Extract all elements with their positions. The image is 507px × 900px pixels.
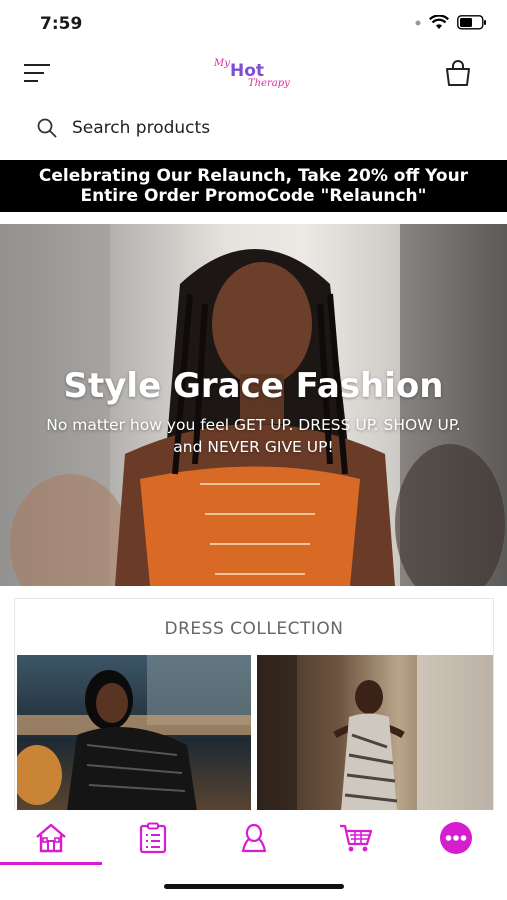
product-card-1[interactable] <box>17 655 251 811</box>
hero-subtitle: No matter how you feel GET UP. DRESS UP.… <box>46 416 461 456</box>
status-bar: 7:59 <box>0 0 507 48</box>
signal-dot-icon <box>415 20 421 25</box>
search-input[interactable]: Search products <box>72 118 210 138</box>
svg-text:Therapy: Therapy <box>248 78 290 89</box>
tab-home[interactable] <box>31 820 71 856</box>
battery-icon <box>457 15 486 30</box>
hero-title: Style Grace Fashion <box>63 366 444 406</box>
brand-logo[interactable]: My Hot Therapy <box>208 52 300 92</box>
bottom-tab-bar <box>0 810 507 868</box>
home-indicator[interactable] <box>164 884 344 889</box>
more-icon <box>440 822 472 854</box>
collection-title[interactable]: DRESS COLLECTION <box>15 619 493 639</box>
active-tab-indicator <box>0 862 102 865</box>
product-image-2 <box>257 655 493 811</box>
clipboard-list-icon <box>139 822 167 854</box>
tab-account[interactable] <box>234 820 274 856</box>
tab-cart[interactable] <box>336 820 376 856</box>
product-image-1 <box>17 655 251 811</box>
tab-more[interactable] <box>436 820 476 856</box>
user-icon <box>241 823 267 853</box>
hero-banner[interactable]: Style Grace Fashion No matter how you fe… <box>0 224 507 586</box>
status-icons <box>415 15 487 30</box>
search-bar[interactable]: Search products <box>36 108 476 148</box>
home-icon <box>36 823 66 853</box>
wifi-icon <box>429 15 449 29</box>
tab-orders[interactable] <box>133 820 173 856</box>
cart-icon <box>340 824 373 852</box>
svg-text:My: My <box>213 58 230 69</box>
menu-button[interactable] <box>22 60 52 86</box>
hamburger-icon <box>24 64 50 82</box>
app-header: My Hot Therapy <box>0 48 507 100</box>
shopping-bag-icon <box>446 60 470 86</box>
bag-button[interactable] <box>443 58 473 88</box>
dress-collection-section: DRESS COLLECTION <box>14 598 494 811</box>
promo-banner[interactable]: Celebrating Our Relaunch, Take 20% off Y… <box>0 160 507 212</box>
status-time: 7:59 <box>40 14 83 34</box>
product-card-2[interactable] <box>257 655 493 811</box>
search-icon <box>37 118 57 138</box>
